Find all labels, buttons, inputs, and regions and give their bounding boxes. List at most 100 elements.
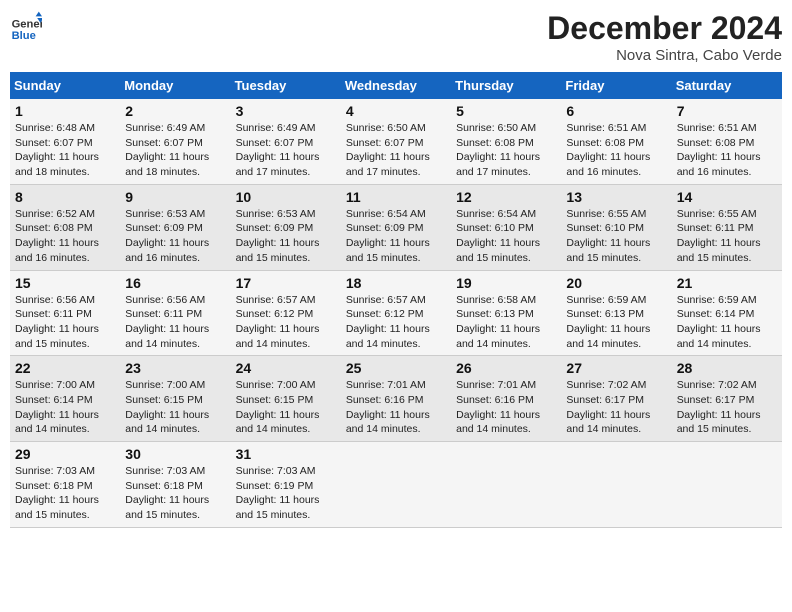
- day-detail: Sunrise: 6:59 AMSunset: 6:13 PMDaylight:…: [566, 293, 666, 352]
- day-number: 3: [236, 103, 336, 119]
- day-number: 15: [15, 275, 115, 291]
- weekday-header: Friday: [561, 72, 671, 99]
- day-detail: Sunrise: 6:52 AMSunset: 6:08 PMDaylight:…: [15, 207, 115, 266]
- page-header: General Blue December 2024 Nova Sintra, …: [10, 10, 782, 64]
- day-detail: Sunrise: 7:03 AMSunset: 6:18 PMDaylight:…: [15, 464, 115, 523]
- day-detail: Sunrise: 7:03 AMSunset: 6:18 PMDaylight:…: [125, 464, 225, 523]
- calendar-cell: 31Sunrise: 7:03 AMSunset: 6:19 PMDayligh…: [231, 442, 341, 528]
- day-number: 7: [677, 103, 777, 119]
- day-number: 30: [125, 446, 225, 462]
- day-detail: Sunrise: 7:01 AMSunset: 6:16 PMDaylight:…: [346, 378, 446, 437]
- calendar-cell: 9 Sunrise: 6:53 AMSunset: 6:09 PMDaylight…: [120, 184, 230, 270]
- calendar-cell: 20 Sunrise: 6:59 AMSunset: 6:13 PMDayligh…: [561, 270, 671, 356]
- day-number: 24: [236, 360, 336, 376]
- calendar-cell: 1 Sunrise: 6:48 AMSunset: 6:07 PMDaylight…: [10, 99, 120, 184]
- day-detail: Sunrise: 6:54 AMSunset: 6:09 PMDaylight:…: [346, 207, 446, 266]
- day-number: 29: [15, 446, 115, 462]
- calendar-cell: 4Sunrise: 6:50 AMSunset: 6:07 PMDaylight…: [341, 99, 451, 184]
- day-detail: Sunrise: 7:00 AMSunset: 6:14 PMDaylight:…: [15, 378, 115, 437]
- day-detail: Sunrise: 7:02 AMSunset: 6:17 PMDaylight:…: [677, 378, 777, 437]
- calendar-cell: 27 Sunrise: 7:02 AMSunset: 6:17 PMDayligh…: [561, 356, 671, 442]
- day-detail: Sunrise: 6:53 AMSunset: 6:09 PMDaylight:…: [236, 207, 336, 266]
- day-detail: Sunrise: 6:48 AMSunset: 6:07 PMDaylight:…: [15, 121, 115, 180]
- calendar-cell: 29 Sunrise: 7:03 AMSunset: 6:18 PMDayligh…: [10, 442, 120, 528]
- svg-text:General: General: [12, 19, 42, 31]
- weekday-header: Wednesday: [341, 72, 451, 99]
- day-detail: Sunrise: 7:00 AMSunset: 6:15 PMDaylight:…: [125, 378, 225, 437]
- calendar-cell: 3 Sunrise: 6:49 AMSunset: 6:07 PMDaylight…: [231, 99, 341, 184]
- location: Nova Sintra, Cabo Verde: [547, 47, 782, 64]
- calendar-cell: 5 Sunrise: 6:50 AMSunset: 6:08 PMDaylight…: [451, 99, 561, 184]
- day-number: 23: [125, 360, 225, 376]
- calendar-cell: [451, 442, 561, 528]
- day-detail: Sunrise: 6:55 AMSunset: 6:11 PMDaylight:…: [677, 207, 777, 266]
- calendar-cell: 7 Sunrise: 6:51 AMSunset: 6:08 PMDaylight…: [672, 99, 782, 184]
- day-detail: Sunrise: 7:03 AMSunset: 6:19 PMDaylight:…: [236, 464, 336, 523]
- logo-icon: General Blue: [10, 10, 42, 42]
- day-number: 2: [125, 103, 225, 119]
- calendar-cell: 18 Sunrise: 6:57 AMSunset: 6:12 PMDayligh…: [341, 270, 451, 356]
- weekday-header: Thursday: [451, 72, 561, 99]
- calendar-cell: 28 Sunrise: 7:02 AMSunset: 6:17 PMDayligh…: [672, 356, 782, 442]
- calendar-cell: 16Sunrise: 6:56 AMSunset: 6:11 PMDayligh…: [120, 270, 230, 356]
- calendar-header: SundayMondayTuesdayWednesdayThursdayFrid…: [10, 72, 782, 99]
- day-number: 20: [566, 275, 666, 291]
- day-detail: Sunrise: 6:54 AMSunset: 6:10 PMDaylight:…: [456, 207, 556, 266]
- day-number: 1: [15, 103, 115, 119]
- day-detail: Sunrise: 6:53 AMSunset: 6:09 PMDaylight:…: [125, 207, 225, 266]
- calendar-cell: 14 Sunrise: 6:55 AMSunset: 6:11 PMDayligh…: [672, 184, 782, 270]
- day-detail: Sunrise: 6:50 AMSunset: 6:07 PMDaylight:…: [346, 121, 446, 180]
- day-detail: Sunrise: 6:57 AMSunset: 6:12 PMDaylight:…: [236, 293, 336, 352]
- day-detail: Sunrise: 6:50 AMSunset: 6:08 PMDaylight:…: [456, 121, 556, 180]
- day-detail: Sunrise: 7:00 AMSunset: 6:15 PMDaylight:…: [236, 378, 336, 437]
- weekday-header: Saturday: [672, 72, 782, 99]
- calendar-cell: 15 Sunrise: 6:56 AMSunset: 6:11 PMDayligh…: [10, 270, 120, 356]
- calendar-cell: 10 Sunrise: 6:53 AMSunset: 6:09 PMDayligh…: [231, 184, 341, 270]
- calendar-cell: 19 Sunrise: 6:58 AMSunset: 6:13 PMDayligh…: [451, 270, 561, 356]
- day-detail: Sunrise: 6:51 AMSunset: 6:08 PMDaylight:…: [566, 121, 666, 180]
- calendar-cell: [341, 442, 451, 528]
- day-number: 18: [346, 275, 446, 291]
- calendar-cell: 22 Sunrise: 7:00 AMSunset: 6:14 PMDayligh…: [10, 356, 120, 442]
- calendar-cell: 11Sunrise: 6:54 AMSunset: 6:09 PMDayligh…: [341, 184, 451, 270]
- day-number: 9: [125, 189, 225, 205]
- svg-text:Blue: Blue: [12, 30, 36, 42]
- calendar-week-row: 8Sunrise: 6:52 AMSunset: 6:08 PMDaylight…: [10, 184, 782, 270]
- calendar-cell: 23 Sunrise: 7:00 AMSunset: 6:15 PMDayligh…: [120, 356, 230, 442]
- day-detail: Sunrise: 7:01 AMSunset: 6:16 PMDaylight:…: [456, 378, 556, 437]
- day-number: 27: [566, 360, 666, 376]
- day-detail: Sunrise: 6:55 AMSunset: 6:10 PMDaylight:…: [566, 207, 666, 266]
- calendar-cell: 30 Sunrise: 7:03 AMSunset: 6:18 PMDayligh…: [120, 442, 230, 528]
- calendar-week-row: 1 Sunrise: 6:48 AMSunset: 6:07 PMDaylight…: [10, 99, 782, 184]
- day-detail: Sunrise: 6:56 AMSunset: 6:11 PMDaylight:…: [125, 293, 225, 352]
- day-detail: Sunrise: 6:57 AMSunset: 6:12 PMDaylight:…: [346, 293, 446, 352]
- weekday-header: Sunday: [10, 72, 120, 99]
- calendar-cell: 24 Sunrise: 7:00 AMSunset: 6:15 PMDayligh…: [231, 356, 341, 442]
- day-number: 6: [566, 103, 666, 119]
- day-number: 26: [456, 360, 556, 376]
- day-detail: Sunrise: 7:02 AMSunset: 6:17 PMDaylight:…: [566, 378, 666, 437]
- day-detail: Sunrise: 6:51 AMSunset: 6:08 PMDaylight:…: [677, 121, 777, 180]
- calendar-cell: 6 Sunrise: 6:51 AMSunset: 6:08 PMDaylight…: [561, 99, 671, 184]
- day-detail: Sunrise: 6:56 AMSunset: 6:11 PMDaylight:…: [15, 293, 115, 352]
- day-number: 28: [677, 360, 777, 376]
- weekday-header: Monday: [120, 72, 230, 99]
- day-number: 17: [236, 275, 336, 291]
- day-number: 13: [566, 189, 666, 205]
- calendar-cell: 21Sunrise: 6:59 AMSunset: 6:14 PMDayligh…: [672, 270, 782, 356]
- day-detail: Sunrise: 6:49 AMSunset: 6:07 PMDaylight:…: [236, 121, 336, 180]
- calendar-cell: 2 Sunrise: 6:49 AMSunset: 6:07 PMDaylight…: [120, 99, 230, 184]
- day-detail: Sunrise: 6:49 AMSunset: 6:07 PMDaylight:…: [125, 121, 225, 180]
- day-number: 21: [677, 275, 777, 291]
- day-number: 10: [236, 189, 336, 205]
- calendar-week-row: 15 Sunrise: 6:56 AMSunset: 6:11 PMDayligh…: [10, 270, 782, 356]
- day-detail: Sunrise: 6:58 AMSunset: 6:13 PMDaylight:…: [456, 293, 556, 352]
- day-number: 5: [456, 103, 556, 119]
- calendar-cell: 26 Sunrise: 7:01 AMSunset: 6:16 PMDayligh…: [451, 356, 561, 442]
- day-number: 22: [15, 360, 115, 376]
- logo: General Blue: [10, 10, 46, 42]
- calendar-cell: 17 Sunrise: 6:57 AMSunset: 6:12 PMDayligh…: [231, 270, 341, 356]
- day-number: 19: [456, 275, 556, 291]
- day-number: 14: [677, 189, 777, 205]
- day-number: 25: [346, 360, 446, 376]
